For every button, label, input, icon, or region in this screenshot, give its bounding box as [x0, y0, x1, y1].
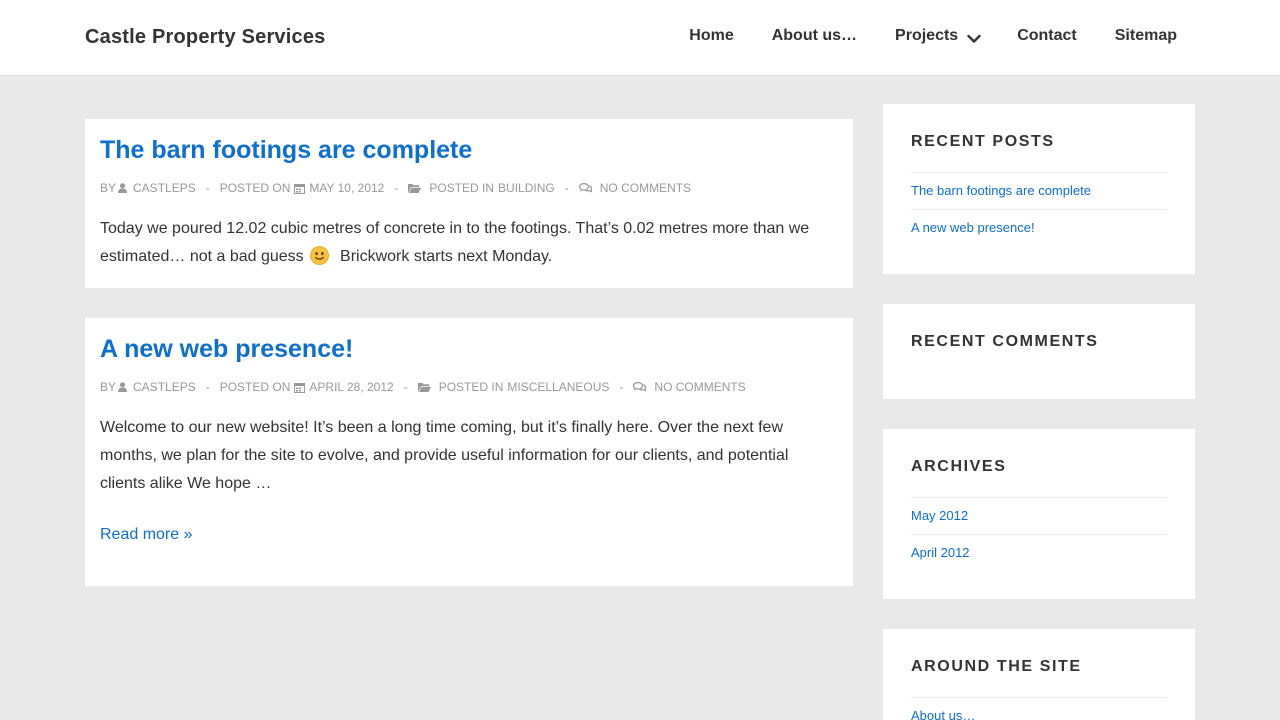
recent-posts-list: The barn footings are complete A new web…: [911, 172, 1167, 246]
chevron-down-icon: [967, 31, 981, 43]
post-date-link[interactable]: April 28, 2012: [309, 380, 393, 394]
list-item: A new web presence!: [911, 209, 1167, 246]
nav-about-us[interactable]: About us…: [772, 27, 857, 45]
nav-projects-label: Projects: [895, 27, 959, 44]
smiley-emoji-icon: [310, 246, 330, 265]
folder-icon: [417, 382, 431, 392]
meta-posted-in-label: Posted in: [438, 380, 504, 394]
recent-post-link[interactable]: The barn footings are complete: [911, 183, 1091, 198]
widget-title: Recent Posts: [911, 133, 1055, 150]
archives-list: May 2012 April 2012: [911, 497, 1167, 571]
meta-separator: -: [619, 380, 624, 394]
nav-sitemap[interactable]: Sitemap: [1115, 27, 1177, 45]
comments-icon: [578, 183, 592, 193]
recent-posts-widget: Recent Posts The barn footings are compl…: [883, 104, 1195, 274]
list-item: The barn footings are complete: [911, 172, 1167, 209]
site-page-link[interactable]: About us…: [911, 708, 975, 720]
list-item: April 2012: [911, 534, 1167, 571]
post-author-link[interactable]: castleps: [133, 380, 196, 394]
archive-link[interactable]: May 2012: [911, 508, 968, 523]
meta-posted-on-label: Posted on: [219, 181, 291, 195]
post-title[interactable]: A new web presence!: [100, 333, 838, 365]
calendar-icon: [294, 382, 306, 393]
list-item: May 2012: [911, 497, 1167, 534]
comments-icon: [633, 382, 647, 392]
meta-by-label: By: [100, 181, 117, 195]
meta-separator: -: [205, 181, 210, 195]
post-meta: By castleps - Posted on April 28, 2012 -…: [100, 380, 838, 394]
post-excerpt: Welcome to our new website! It’s been a …: [100, 419, 789, 492]
post-comments-link[interactable]: No Comments: [600, 181, 691, 195]
nav-projects[interactable]: Projects: [895, 27, 981, 45]
post-author-link[interactable]: castleps: [133, 181, 196, 195]
read-more-link[interactable]: Read more »: [100, 526, 193, 544]
post-card: A new web presence! By castleps - Posted…: [85, 318, 853, 586]
widget-title: Around the site: [911, 658, 1082, 675]
post-excerpt: Today we poured 12.02 cubic metres of co…: [100, 215, 838, 271]
main-nav: Home About us… Projects Contact Sitemap: [689, 27, 1177, 45]
folder-icon: [408, 183, 422, 193]
site-title[interactable]: Castle Property Services: [85, 26, 325, 49]
calendar-icon: [294, 183, 306, 194]
meta-posted-on-label: Posted on: [219, 380, 291, 394]
user-icon: [118, 382, 128, 392]
post-date-link[interactable]: May 10, 2012: [309, 181, 384, 195]
recent-comments-widget: Recent Comments: [883, 304, 1195, 399]
post-category-link[interactable]: Building: [498, 181, 555, 195]
archives-widget: Archives May 2012 April 2012: [883, 429, 1195, 599]
meta-separator: -: [205, 380, 210, 394]
recent-post-link[interactable]: A new web presence!: [911, 220, 1035, 235]
post-category-link[interactable]: Miscellaneous: [507, 380, 609, 394]
user-icon: [118, 183, 128, 193]
post-excerpt-text-end: Brickwork starts next Monday.: [331, 248, 553, 265]
around-the-site-widget: Around the site About us…: [883, 629, 1195, 720]
meta-posted-in-label: Posted in: [429, 181, 495, 195]
meta-separator: -: [564, 181, 569, 195]
meta-by-label: By: [100, 380, 117, 394]
widget-title: Recent Comments: [911, 333, 1099, 350]
archive-link[interactable]: April 2012: [911, 545, 970, 560]
list-item: About us…: [911, 697, 1167, 720]
nav-home[interactable]: Home: [689, 27, 733, 45]
site-header: Castle Property Services Home About us… …: [0, 0, 1280, 76]
post-card: The barn footings are complete By castle…: [85, 119, 853, 288]
around-the-site-list: About us…: [911, 697, 1167, 720]
post-title[interactable]: The barn footings are complete: [100, 134, 838, 166]
post-meta: By castleps - Posted on May 10, 2012 - P…: [100, 181, 838, 195]
meta-separator: -: [403, 380, 408, 394]
post-comments-link[interactable]: No Comments: [654, 380, 745, 394]
widget-title: Archives: [911, 458, 1007, 475]
nav-contact[interactable]: Contact: [1017, 27, 1077, 45]
meta-separator: -: [394, 181, 399, 195]
